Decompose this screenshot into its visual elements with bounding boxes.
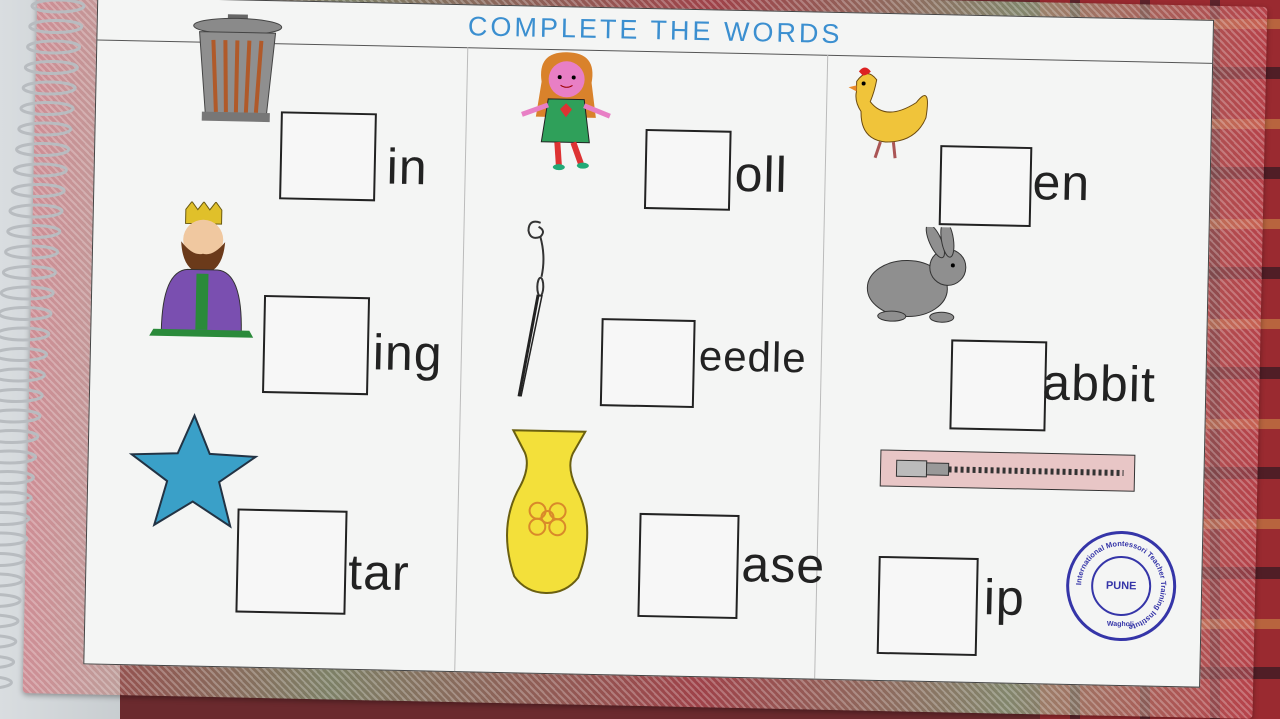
rabbit-icon xyxy=(866,225,967,323)
binding-ring xyxy=(23,60,79,75)
letter-box-zip[interactable] xyxy=(876,555,979,657)
letter-box-rabbit[interactable] xyxy=(949,339,1048,432)
letter-box-needle[interactable] xyxy=(599,318,696,409)
binding-ring xyxy=(6,224,62,239)
binding-ring xyxy=(8,203,64,219)
item-cell-hen: en xyxy=(823,55,1212,253)
word-ending-rabbit: abbit xyxy=(1041,354,1157,413)
item-cell-vase: ase xyxy=(454,429,826,678)
doll-icon xyxy=(521,52,611,171)
binding-ring xyxy=(0,511,31,526)
binding-ring xyxy=(0,490,33,506)
binding-ring xyxy=(19,101,75,116)
binding-ring xyxy=(0,634,18,649)
binding-ring xyxy=(0,408,42,424)
binding-ring xyxy=(15,142,71,157)
letter-box-vase[interactable] xyxy=(637,512,740,619)
worksheet-sheet: COMPLETE THE WORDS in oll en ing eedle a… xyxy=(83,0,1215,688)
word-ending-king: ing xyxy=(372,324,444,382)
binding-ring xyxy=(28,19,84,34)
word-ending-vase: ase xyxy=(740,536,826,594)
item-cell-star: tar xyxy=(84,413,459,671)
spiral-binding xyxy=(0,0,86,689)
item-cell-rabbit: abbit xyxy=(819,225,1208,453)
word-ending-needle: eedle xyxy=(698,332,808,382)
binding-ring xyxy=(0,613,20,629)
word-ending-zip: ip xyxy=(983,569,1026,627)
binding-ring xyxy=(21,80,77,96)
item-cell-zip: ip International Montessori Teacher Trai… xyxy=(814,445,1204,687)
binding-ring xyxy=(17,121,73,137)
item-cell-needle: eedle xyxy=(459,220,823,444)
king-icon xyxy=(149,200,254,338)
binding-ring xyxy=(0,429,40,444)
letter-box-king[interactable] xyxy=(262,295,371,396)
word-ending-doll: oll xyxy=(734,145,789,203)
letter-box-bin[interactable] xyxy=(279,111,377,202)
hen-icon xyxy=(848,67,928,159)
vase-icon xyxy=(506,429,589,594)
worksheet-board: COMPLETE THE WORDS in oll en ing eedle a… xyxy=(22,0,1268,719)
binding-ring xyxy=(0,531,29,547)
binding-ring xyxy=(0,572,24,588)
binding-ring xyxy=(0,306,53,321)
binding-ring xyxy=(0,347,49,362)
binding-ring xyxy=(0,593,22,608)
word-ending-bin: in xyxy=(386,138,429,196)
needle-icon xyxy=(517,220,545,397)
institute-stamp: International Montessori Teacher Trainin… xyxy=(1065,529,1178,643)
letter-box-doll[interactable] xyxy=(643,128,732,211)
word-ending-star: tar xyxy=(347,543,411,602)
binding-ring xyxy=(26,39,82,55)
binding-ring xyxy=(1,265,57,280)
letter-box-hen[interactable] xyxy=(938,145,1033,228)
item-cell-king: ing xyxy=(89,200,463,437)
binding-ring xyxy=(0,326,51,342)
item-cell-doll: oll xyxy=(463,47,827,244)
binding-ring xyxy=(0,285,55,301)
binding-ring xyxy=(0,470,35,485)
trash-bin-icon xyxy=(193,14,283,123)
binding-ring xyxy=(4,244,60,260)
zipper-icon xyxy=(879,449,1136,492)
binding-ring xyxy=(0,655,16,669)
word-ending-hen: en xyxy=(1032,154,1091,212)
binding-ring xyxy=(0,552,27,567)
svg-text:International Montessori Teach: International Montessori Teacher Trainin… xyxy=(1073,538,1169,633)
binding-ring xyxy=(0,388,44,403)
binding-ring xyxy=(0,367,46,383)
binding-ring xyxy=(0,676,13,689)
binding-ring xyxy=(0,449,38,465)
page-title: COMPLETE THE WORDS xyxy=(467,11,843,50)
letter-box-star[interactable] xyxy=(235,508,348,615)
binding-ring xyxy=(10,183,66,198)
binding-ring xyxy=(30,0,86,14)
binding-ring xyxy=(12,162,68,178)
